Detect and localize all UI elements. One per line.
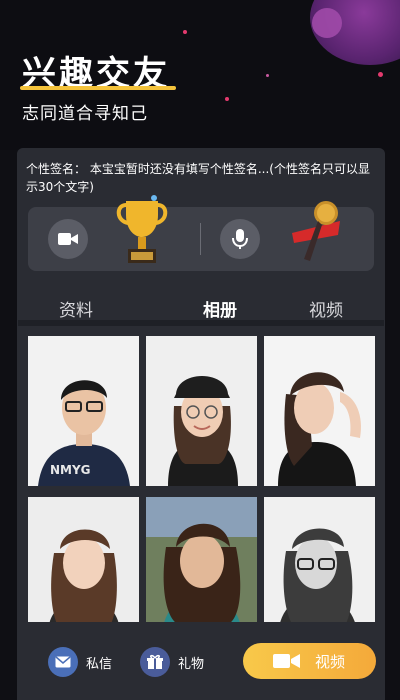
- microphone-icon: [232, 229, 248, 249]
- golden-microphone-icon: [292, 201, 340, 261]
- star-dot: [378, 72, 383, 77]
- album-photo-2[interactable]: [146, 336, 257, 486]
- envelope-icon: [55, 656, 71, 668]
- trophy-icon: [116, 195, 168, 263]
- message-button[interactable]: [48, 647, 78, 677]
- man-with-glasses-portrait: NMYG: [28, 336, 139, 486]
- signature-text: 个性签名： 本宝宝暂时还没有填写个性签名...(个性签名只可以显示30个文字): [26, 162, 370, 194]
- star-dot: [183, 30, 187, 34]
- video-button-label: 视频: [315, 653, 346, 671]
- album-photo-4[interactable]: [28, 497, 139, 635]
- star-dot: [225, 97, 229, 101]
- gift-label[interactable]: 礼物: [178, 653, 204, 672]
- gift-button[interactable]: [140, 647, 170, 677]
- woman-long-hair-portrait: [28, 497, 139, 635]
- woman-hand-on-head-portrait: [264, 336, 375, 486]
- message-label[interactable]: 私信: [86, 653, 112, 672]
- album-photo-5[interactable]: [146, 497, 257, 635]
- hero-title-underline: [20, 86, 176, 90]
- album-photo-1[interactable]: NMYG: [28, 336, 139, 486]
- woman-with-cap-portrait: [146, 336, 257, 486]
- woman-outdoor-portrait: [146, 497, 257, 635]
- planet-small-decoration: [312, 8, 342, 38]
- video-call-button[interactable]: [48, 219, 88, 259]
- album-photo-3[interactable]: [264, 336, 375, 486]
- voice-call-button[interactable]: [220, 219, 260, 259]
- tab-video[interactable]: 视频: [286, 296, 366, 321]
- media-actions-bar: [28, 195, 374, 271]
- gift-icon: [147, 654, 163, 669]
- video-camera-icon: [58, 233, 78, 245]
- tabs-separator: [18, 320, 384, 326]
- tab-album[interactable]: 相册: [180, 296, 260, 321]
- hero-subtitle: 志同道合寻知己: [22, 104, 148, 124]
- woman-glasses-bw-portrait: [264, 497, 375, 635]
- tab-profile-info[interactable]: 资料: [36, 296, 116, 321]
- album-photo-6[interactable]: [264, 497, 375, 635]
- video-camera-icon: [273, 654, 300, 668]
- start-video-button[interactable]: 视频: [243, 643, 376, 679]
- media-bar-divider: [200, 223, 201, 255]
- star-dot: [266, 74, 269, 77]
- svg-text:NMYG: NMYG: [50, 463, 91, 477]
